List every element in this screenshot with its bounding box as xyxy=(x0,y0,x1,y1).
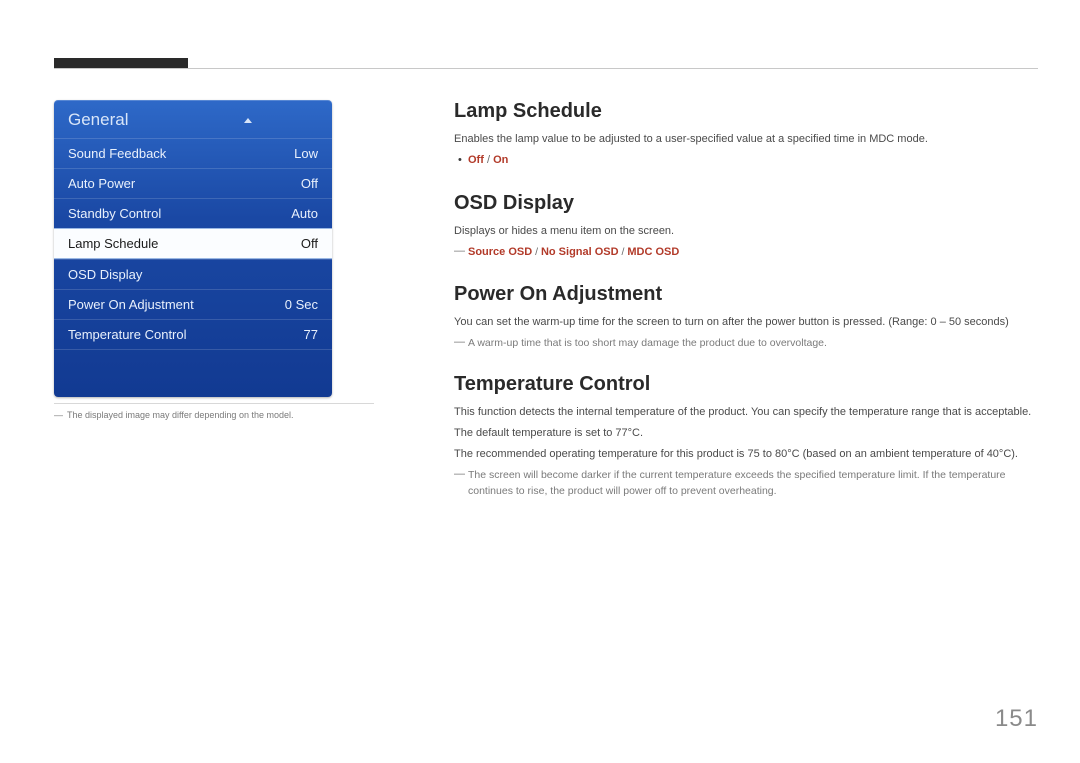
temp-desc3: The recommended operating temperature fo… xyxy=(454,446,1038,463)
osd-caption-text: The displayed image may differ depending… xyxy=(67,410,293,420)
osd-row-power-on-adjustment[interactable]: Power On Adjustment 0 Sec xyxy=(54,289,332,319)
option-no-signal-osd: No Signal OSD xyxy=(541,246,619,258)
osd-row-label: Lamp Schedule xyxy=(68,236,158,251)
temp-desc2: The default temperature is set to 77°C. xyxy=(454,425,1038,442)
heading-power-on-adjustment: Power On Adjustment xyxy=(454,283,1038,306)
osd-row-value: Low xyxy=(294,146,318,161)
osd-row-value: 77 xyxy=(304,327,318,342)
osd-row-auto-power[interactable]: Auto Power Off xyxy=(54,168,332,198)
osd-row-standby-control[interactable]: Standby Control Auto xyxy=(54,198,332,228)
chapter-bar xyxy=(54,58,188,68)
content-area: Lamp Schedule Enables the lamp value to … xyxy=(454,100,1038,522)
heading-osd-display: OSD Display xyxy=(454,192,1038,215)
page-number: 151 xyxy=(995,705,1038,733)
osd-row-value: Off xyxy=(301,236,318,251)
osd-row-label: Temperature Control xyxy=(68,327,187,342)
option-off: Off xyxy=(468,154,484,166)
option-mdc-osd: MDC OSD xyxy=(627,246,679,258)
osd-title: General xyxy=(54,100,332,138)
osd-row-value: Off xyxy=(301,176,318,191)
heading-lamp-schedule: Lamp Schedule xyxy=(454,100,1038,123)
osd-row-label: Auto Power xyxy=(68,176,135,191)
osd-title-text: General xyxy=(68,110,128,129)
osd-panel: General Sound Feedback Low Auto Power Of… xyxy=(54,100,332,397)
osd-row-value: Auto xyxy=(291,206,318,221)
osd-row-value: 0 Sec xyxy=(285,297,318,312)
osd-bottom-space xyxy=(54,349,332,397)
osd-row-label: Standby Control xyxy=(68,206,161,221)
osd-row-temperature-control[interactable]: Temperature Control 77 xyxy=(54,319,332,349)
temp-note: The screen will become darker if the cur… xyxy=(454,467,1038,500)
osd-row-label: Sound Feedback xyxy=(68,146,166,161)
section-temperature-control: Temperature Control This function detect… xyxy=(454,373,1038,500)
lamp-options: Off / On xyxy=(468,152,1038,170)
up-arrow-icon xyxy=(244,118,252,123)
section-osd-display: OSD Display Displays or hides a menu ite… xyxy=(454,192,1038,261)
heading-temperature-control: Temperature Control xyxy=(454,373,1038,396)
power-desc: You can set the warm-up time for the scr… xyxy=(454,314,1038,331)
osd-caption: ― The displayed image may differ dependin… xyxy=(54,403,374,420)
osd-options: Source OSD / No Signal OSD / MDC OSD xyxy=(454,244,1038,261)
option-source-osd: Source OSD xyxy=(468,246,532,258)
top-rule xyxy=(54,68,1038,69)
osd-row-sound-feedback[interactable]: Sound Feedback Low xyxy=(54,138,332,168)
temp-desc1: This function detects the internal tempe… xyxy=(454,404,1038,421)
section-lamp-schedule: Lamp Schedule Enables the lamp value to … xyxy=(454,100,1038,170)
section-power-on-adjustment: Power On Adjustment You can set the warm… xyxy=(454,283,1038,351)
osd-desc: Displays or hides a menu item on the scr… xyxy=(454,223,1038,240)
option-on: On xyxy=(493,154,508,166)
osd-row-label: Power On Adjustment xyxy=(68,297,194,312)
dash-icon: ― xyxy=(54,410,63,420)
osd-row-osd-display[interactable]: OSD Display xyxy=(54,259,332,289)
osd-row-lamp-schedule[interactable]: Lamp Schedule Off xyxy=(54,228,332,259)
lamp-desc: Enables the lamp value to be adjusted to… xyxy=(454,131,1038,148)
osd-row-label: OSD Display xyxy=(68,267,142,282)
power-note: A warm-up time that is too short may dam… xyxy=(454,335,1038,351)
